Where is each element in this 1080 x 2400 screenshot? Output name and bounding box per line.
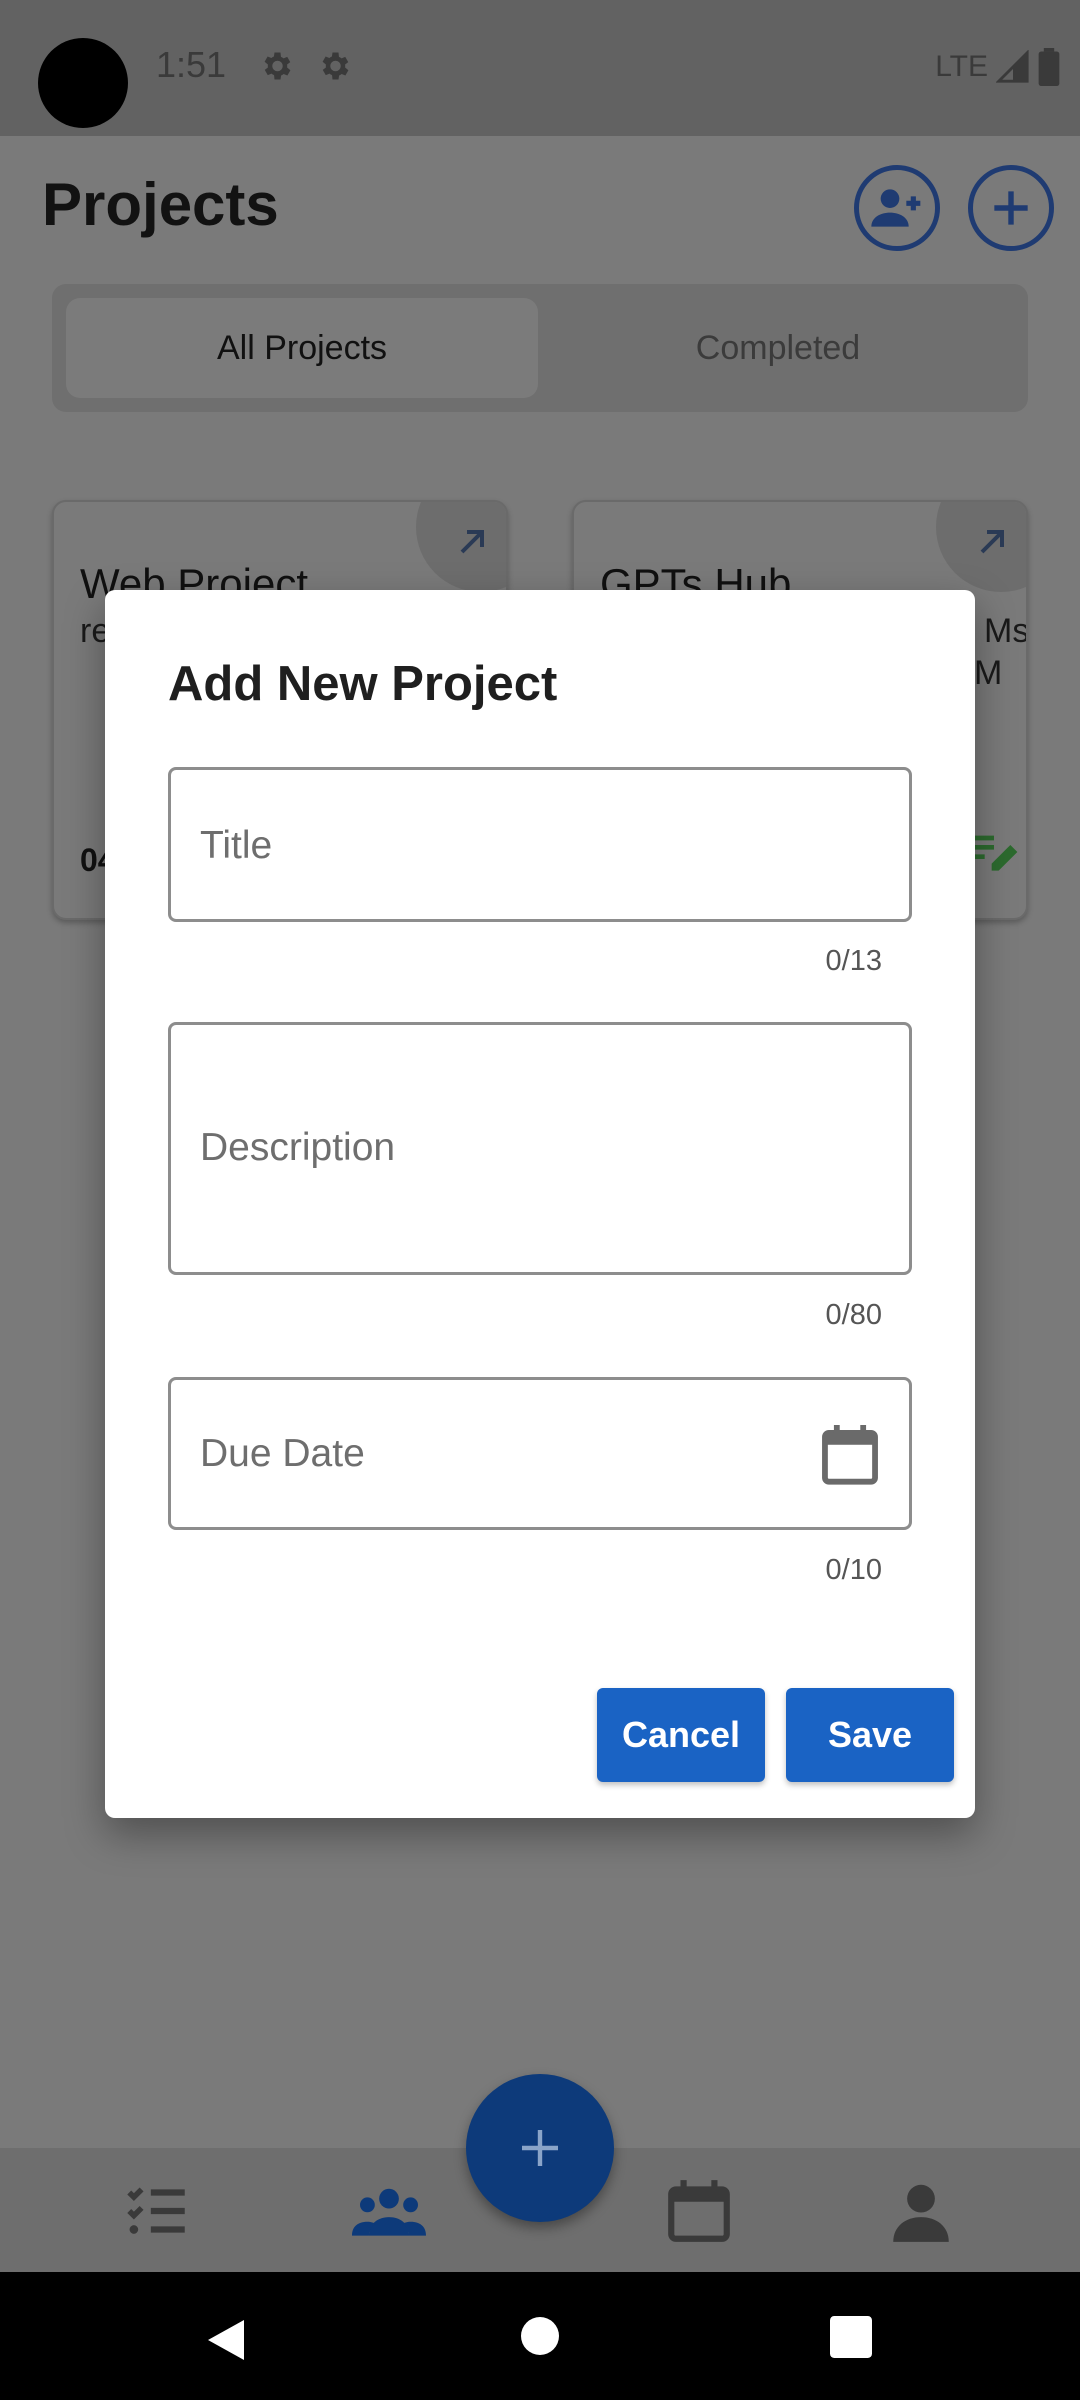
project-filter-tabs: All Projects Completed	[52, 284, 1028, 412]
open-arrow-icon[interactable]	[452, 522, 492, 562]
description-counter: 0/80	[825, 1299, 882, 1331]
team-icon[interactable]	[352, 2174, 426, 2248]
calendar-icon[interactable]	[821, 1422, 879, 1486]
page-title: Projects	[42, 171, 279, 238]
recents-icon[interactable]	[830, 2316, 872, 2358]
network-label: LTE	[935, 50, 988, 83]
title-placeholder: Title	[200, 824, 273, 867]
open-arrow-icon[interactable]	[972, 522, 1012, 562]
system-navigation-bar	[0, 2272, 1080, 2400]
title-field[interactable]: Title	[168, 767, 912, 922]
add-project-dialog: Add New Project Title 0/13 Description 0…	[105, 590, 975, 1818]
description-field[interactable]: Description	[168, 1022, 912, 1275]
settings-icon	[322, 52, 349, 80]
home-icon[interactable]	[520, 2316, 560, 2356]
tab-completed[interactable]: Completed	[542, 298, 1014, 398]
add-project-fab[interactable]	[466, 2074, 614, 2222]
due-date-placeholder: Due Date	[200, 1432, 365, 1475]
tab-all-projects[interactable]: All Projects	[66, 298, 538, 398]
camera-cutout	[38, 38, 128, 128]
plus-icon	[522, 2130, 558, 2166]
task-list-icon[interactable]	[120, 2174, 194, 2248]
status-time: 1:51	[156, 44, 227, 85]
due-date-field[interactable]: Due Date	[168, 1377, 912, 1530]
dialog-title: Add New Project	[168, 657, 558, 711]
back-icon[interactable]	[204, 2316, 248, 2364]
battery-icon	[1038, 48, 1060, 86]
add-circle-icon	[994, 191, 1028, 225]
add-project-header-button[interactable]	[968, 165, 1054, 251]
card-description-line2: M	[974, 654, 1003, 692]
add-member-button[interactable]	[854, 165, 940, 251]
cancel-button[interactable]: Cancel	[597, 1688, 765, 1782]
signal-icon	[996, 50, 1029, 83]
status-indicators: LTE	[935, 48, 1060, 86]
add-person-icon	[871, 189, 921, 227]
status-bar: 1:51 LTE	[0, 0, 1080, 136]
due-date-counter: 0/10	[825, 1554, 882, 1586]
settings-icon	[264, 52, 291, 80]
description-placeholder: Description	[200, 1126, 396, 1169]
card-description: Ms	[984, 612, 1028, 650]
calendar-icon[interactable]	[662, 2174, 736, 2248]
profile-icon[interactable]	[884, 2174, 958, 2248]
save-button[interactable]: Save	[786, 1688, 954, 1782]
title-counter: 0/13	[825, 945, 882, 977]
